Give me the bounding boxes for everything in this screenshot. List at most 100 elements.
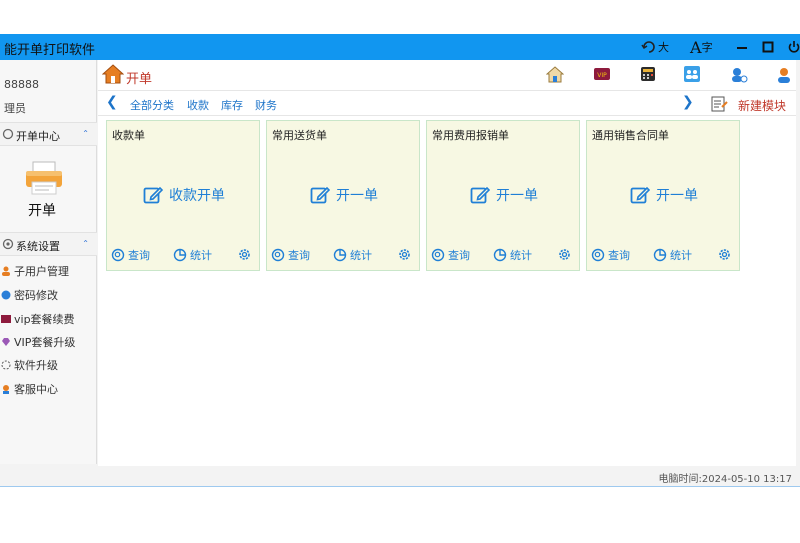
search-icon (271, 248, 285, 262)
gear-icon (559, 249, 570, 260)
card-stats-button[interactable]: 统计 (653, 247, 692, 263)
card-settings-button[interactable] (237, 247, 255, 262)
card-stats-button[interactable]: 统计 (173, 247, 212, 263)
pie-chart-icon (653, 248, 667, 262)
kaidan-label: 开单 (28, 203, 56, 219)
category-bar: ❮ 全部分类 收款 库存 财务 ❯ 新建模块 (98, 90, 796, 116)
sidebar-item-label: 客服中心 (14, 383, 58, 396)
card-open-button[interactable]: 开一单 (587, 185, 741, 205)
card-stats-label: 统计 (190, 249, 212, 262)
font-a-icon: A (690, 37, 702, 57)
sidebar-item-vip-renew[interactable]: vip套餐续费 (0, 309, 75, 329)
minimize-button[interactable] (736, 37, 748, 57)
sidebar-item-label: 软件升级 (14, 359, 58, 372)
key-icon (0, 289, 12, 301)
computer-time: 电脑时间:2024-05-10 13:17 (658, 474, 792, 485)
vip-shortcut-icon[interactable]: VIP (594, 66, 610, 82)
card-open-button[interactable]: 开一单 (267, 185, 421, 205)
title-bar: 能开单打印软件 大 A 字 (0, 34, 800, 60)
diamond-icon (0, 336, 12, 348)
upgrade-icon (0, 359, 12, 371)
module-card-sales-contract[interactable]: 通用销售合同单 开一单 查询 统计 (586, 120, 740, 271)
refresh-icon (641, 41, 655, 53)
sidebar-item-password[interactable]: 密码修改 (0, 285, 58, 305)
next-arrow-icon[interactable]: ❯ (682, 94, 694, 110)
card-title: 常用费用报销单 (432, 129, 509, 142)
card-open-label: 开一单 (656, 188, 698, 204)
sidebar-item-support[interactable]: 客服中心 (0, 379, 58, 399)
user-id: 88888 (4, 78, 39, 91)
settings-section-icon (2, 238, 14, 253)
section-kaidan-center[interactable]: 开单中心 ⌃ (0, 122, 97, 146)
card-settings-button[interactable] (397, 247, 415, 262)
collapse-icon: ⌃ (82, 129, 89, 138)
sidebar-item-label: vip套餐续费 (14, 313, 75, 326)
sidebar-item-software-upgrade[interactable]: 软件升级 (0, 355, 58, 375)
font-char-label: 字 (701, 41, 713, 54)
prev-arrow-icon[interactable]: ❮ (106, 94, 118, 110)
status-bar: 电脑时间:2024-05-10 13:17 (98, 466, 796, 486)
card-title: 通用销售合同单 (592, 129, 669, 142)
vip-icon (0, 313, 12, 325)
card-open-button[interactable]: 开一单 (427, 185, 581, 205)
card-title: 常用送货单 (272, 129, 327, 142)
module-card-delivery[interactable]: 常用送货单 开一单 查询 统计 (266, 120, 420, 271)
card-query-button[interactable]: 查询 (111, 247, 150, 263)
section-settings-label: 系统设置 (16, 240, 60, 253)
card-open-label: 收款开单 (169, 188, 225, 204)
new-module-icon[interactable] (710, 95, 728, 113)
power-icon (788, 41, 800, 53)
search-icon (591, 248, 605, 262)
gear-icon (719, 249, 730, 260)
support-agent-icon[interactable] (776, 66, 792, 84)
card-stats-label: 统计 (670, 249, 692, 262)
gear-icon (399, 249, 410, 260)
pie-chart-icon (333, 248, 347, 262)
maximize-button[interactable] (762, 37, 774, 57)
card-stats-button[interactable]: 统计 (493, 247, 532, 263)
edit-icon (143, 186, 163, 204)
sidebar-item-vip-upgrade[interactable]: VIP套餐升级 (0, 332, 75, 352)
module-card-receipt[interactable]: 收款单 收款开单 查询 统计 (106, 120, 260, 271)
card-stats-button[interactable]: 统计 (333, 247, 372, 263)
card-settings-button[interactable] (557, 247, 575, 262)
section-icon (2, 128, 14, 143)
maximize-icon (762, 41, 774, 53)
font-size-big-button[interactable]: 大 (640, 37, 669, 57)
category-all[interactable]: 全部分类 (130, 97, 174, 113)
card-title: 收款单 (112, 129, 145, 142)
category-receipt[interactable]: 收款 (187, 97, 209, 113)
sidebar-item-sub-users[interactable]: 子用户管理 (0, 261, 69, 281)
power-button[interactable] (788, 37, 800, 57)
category-finance[interactable]: 财务 (255, 97, 277, 113)
card-query-button[interactable]: 查询 (431, 247, 470, 263)
calculator-icon[interactable] (640, 66, 656, 82)
section-kaidan-label: 开单中心 (16, 130, 60, 143)
category-inventory[interactable]: 库存 (221, 97, 243, 113)
edit-icon (310, 186, 330, 204)
window-title: 能开单打印软件 (4, 43, 96, 58)
window-bottom-border (0, 486, 800, 487)
card-open-label: 开一单 (336, 188, 378, 204)
users-icon[interactable] (684, 66, 700, 82)
home-shortcut-icon[interactable] (546, 66, 564, 84)
card-open-button[interactable]: 收款开单 (107, 185, 261, 205)
sidebar-item-label: 子用户管理 (14, 265, 69, 278)
card-query-button[interactable]: 查询 (271, 247, 310, 263)
pie-chart-icon (493, 248, 507, 262)
gear-icon (239, 249, 250, 260)
search-icon (111, 248, 125, 262)
sidebar: 88888 理员 开单中心 ⌃ 开单 系统设置 ⌃ 子用户管理 密码修改 vip… (0, 60, 97, 464)
app-window: 能开单打印软件 大 A 字 88888 理员 开单中心 ⌃ 开单 系统设置 ⌃ … (0, 34, 800, 486)
font-char-button[interactable]: A 字 (690, 37, 713, 57)
collapse-icon: ⌃ (82, 239, 89, 248)
card-query-button[interactable]: 查询 (591, 247, 630, 263)
page-header: 开单 VIP (98, 60, 796, 88)
card-settings-button[interactable] (717, 247, 735, 262)
new-module-button[interactable]: 新建模块 (738, 97, 786, 114)
user-key-icon[interactable] (730, 66, 748, 84)
card-query-label: 查询 (448, 249, 470, 262)
module-card-expense[interactable]: 常用费用报销单 开一单 查询 统计 (426, 120, 580, 271)
section-system-settings[interactable]: 系统设置 ⌃ (0, 232, 97, 256)
card-query-label: 查询 (128, 249, 150, 262)
